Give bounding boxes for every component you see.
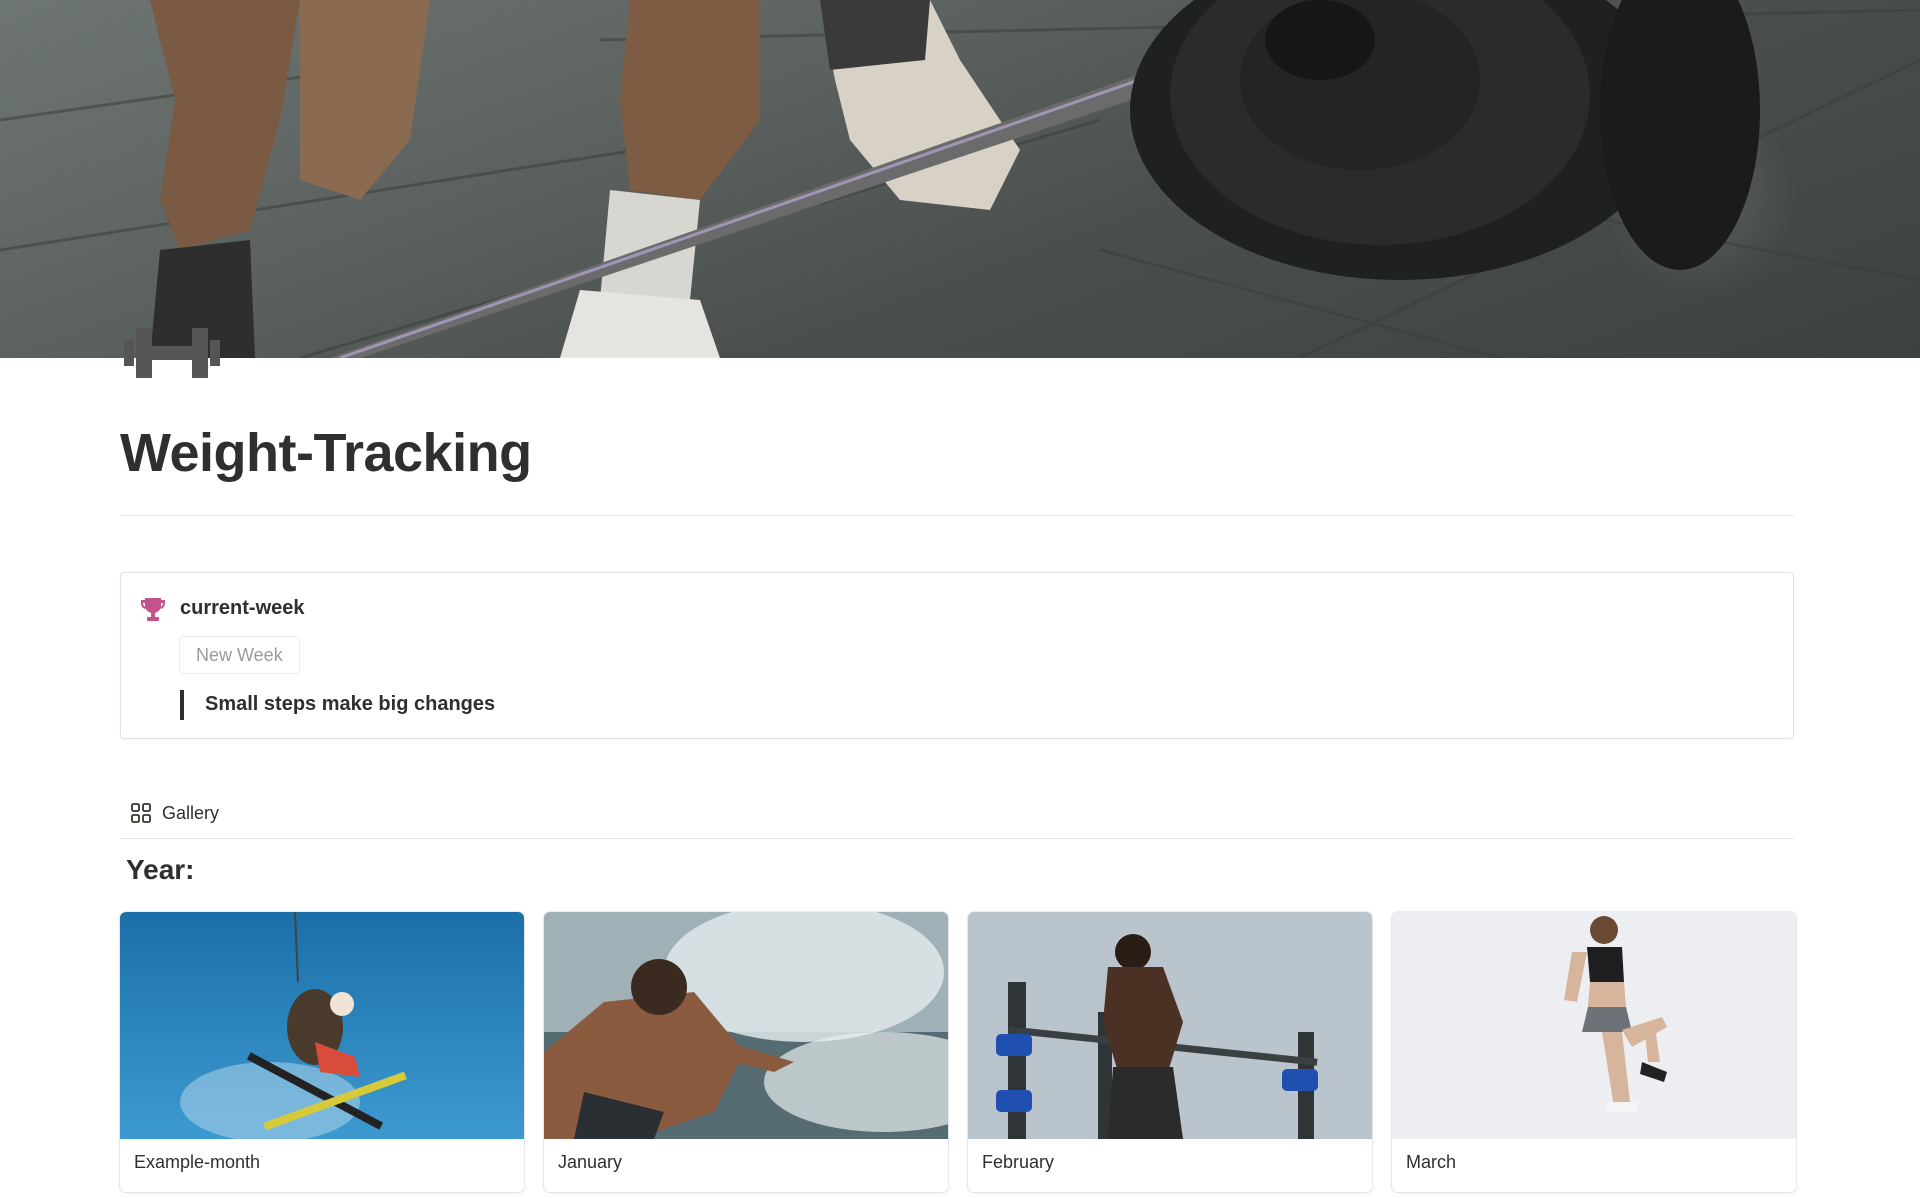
group-label[interactable]: Year:	[126, 854, 195, 886]
quote-text: Small steps make big changes	[205, 693, 496, 715]
gallery-card[interactable]: January	[544, 912, 948, 1192]
page: Weight-Tracking current-week New Week Sm…	[0, 0, 1920, 1199]
dumbbell-icon[interactable]	[124, 322, 220, 384]
callout-title: current-week	[180, 597, 305, 619]
gallery-card[interactable]: February	[968, 912, 1372, 1192]
tab-gallery[interactable]: Gallery	[130, 799, 219, 827]
quote-bar	[180, 690, 184, 720]
bar-dips-photo	[968, 912, 1372, 1139]
card-label: March	[1406, 1152, 1457, 1172]
card-label: February	[982, 1152, 1055, 1172]
new-week-button[interactable]: New Week	[179, 636, 300, 674]
gallery-grid-icon	[130, 802, 152, 824]
gallery-card[interactable]: March	[1392, 912, 1796, 1192]
surfer-splash-photo	[544, 912, 948, 1139]
card-label: January	[558, 1152, 623, 1172]
page-title[interactable]: Weight-Tracking	[120, 418, 532, 488]
card-label: Example-month	[134, 1152, 261, 1172]
view-divider	[120, 838, 1794, 839]
skier-jump-photo	[120, 912, 524, 1139]
high-knee-photo	[1392, 912, 1796, 1139]
trophy-icon[interactable]	[139, 595, 167, 623]
cover-image[interactable]	[0, 0, 1920, 358]
tab-gallery-label: Gallery	[162, 802, 220, 823]
callout-block[interactable]: current-week New Week Small steps make b…	[120, 572, 1794, 739]
divider	[120, 515, 1794, 516]
gallery-card[interactable]: Example-month	[120, 912, 524, 1192]
